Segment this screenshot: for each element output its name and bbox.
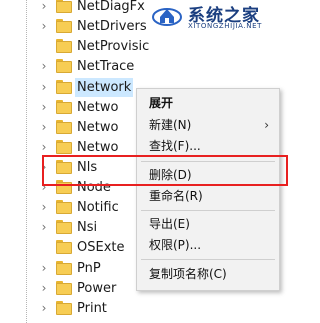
menu-item-permissions[interactable]: 权限(P)...: [137, 234, 279, 256]
chevron-right-icon[interactable]: ›: [38, 0, 50, 13]
chevron-right-icon[interactable]: [38, 240, 50, 254]
tree-item-label: Netwo: [77, 120, 119, 135]
tree-item-label: NetTrace: [77, 59, 135, 74]
menu-item-label: 权限(P)...: [149, 238, 202, 252]
tree-item-label: PnP: [77, 261, 101, 276]
tree-item-label: Network: [75, 78, 134, 97]
menu-separator: [141, 259, 275, 260]
folder-icon: [56, 59, 72, 73]
submenu-arrow-icon: ›: [264, 118, 269, 132]
menu-item-find[interactable]: 查找(F)...: [137, 135, 279, 157]
folder-icon: [56, 120, 72, 134]
chevron-right-icon[interactable]: ›: [38, 301, 50, 315]
site-watermark: 系统之家 XITONGZHIJIA.NET: [150, 0, 294, 32]
menu-item-copy-key-name[interactable]: 复制项名称(C): [137, 263, 279, 285]
menu-item-export[interactable]: 导出(E): [137, 213, 279, 235]
tree-item-label: NetDiagFx: [77, 0, 145, 14]
tree-item-label: OSExte: [77, 240, 125, 255]
chevron-right-icon[interactable]: ›: [38, 80, 50, 94]
context-menu: 展开 新建(N) › 查找(F)... 删除(D) 重命名(R) 导出(E) 权…: [136, 88, 280, 291]
folder-icon: [56, 220, 72, 234]
menu-separator: [141, 210, 275, 211]
tree-item-netprovisioning[interactable]: NetProvisic: [0, 36, 200, 58]
tree-item-label: Nsi: [77, 220, 98, 235]
tree-item-nettrace[interactable]: › NetTrace: [0, 56, 200, 78]
chevron-right-icon[interactable]: ›: [38, 140, 50, 154]
menu-item-label: 展开: [149, 96, 174, 110]
menu-item-label: 新建(N): [149, 118, 192, 132]
folder-icon: [56, 19, 72, 33]
chevron-right-icon[interactable]: [38, 39, 50, 53]
chevron-right-icon[interactable]: ›: [38, 59, 50, 73]
chevron-right-icon[interactable]: ›: [38, 200, 50, 214]
chevron-right-icon[interactable]: ›: [38, 220, 50, 234]
folder-icon: [56, 100, 72, 114]
folder-icon: [56, 281, 72, 295]
folder-icon: [56, 301, 72, 315]
menu-item-new[interactable]: 新建(N) ›: [137, 114, 279, 136]
tree-item-label: NetDrivers: [77, 19, 147, 34]
menu-item-label: 查找(F)...: [149, 139, 201, 153]
tree-item-label: Power: [77, 281, 117, 296]
menu-item-rename[interactable]: 重命名(R): [137, 185, 279, 207]
folder-icon: [56, 200, 72, 214]
folder-icon: [56, 140, 72, 154]
house-logo-icon: [152, 8, 182, 26]
watermark-url: XITONGZHIJIA.NET: [188, 22, 262, 30]
tree-item-label: Notific: [77, 200, 119, 215]
chevron-right-icon[interactable]: ›: [38, 281, 50, 295]
menu-item-expand[interactable]: 展开: [137, 92, 279, 114]
tree-item-label: Print: [77, 301, 107, 316]
tree-item-label: NetProvisic: [77, 39, 150, 54]
menu-item-label: 重命名(R): [149, 189, 203, 203]
folder-icon: [56, 240, 72, 254]
folder-icon: [56, 39, 72, 53]
menu-item-label: 复制项名称(C): [149, 267, 227, 281]
chevron-right-icon[interactable]: ›: [38, 120, 50, 134]
chevron-right-icon[interactable]: ›: [38, 261, 50, 275]
tree-item-print[interactable]: › Print: [0, 298, 200, 320]
delete-highlight-box: [42, 155, 288, 186]
folder-icon: [56, 80, 72, 94]
folder-icon: [56, 0, 72, 13]
chevron-right-icon[interactable]: ›: [38, 100, 50, 114]
menu-item-label: 导出(E): [149, 217, 190, 231]
folder-icon: [56, 261, 72, 275]
tree-item-label: Netwo: [77, 100, 119, 115]
chevron-right-icon[interactable]: ›: [38, 19, 50, 33]
